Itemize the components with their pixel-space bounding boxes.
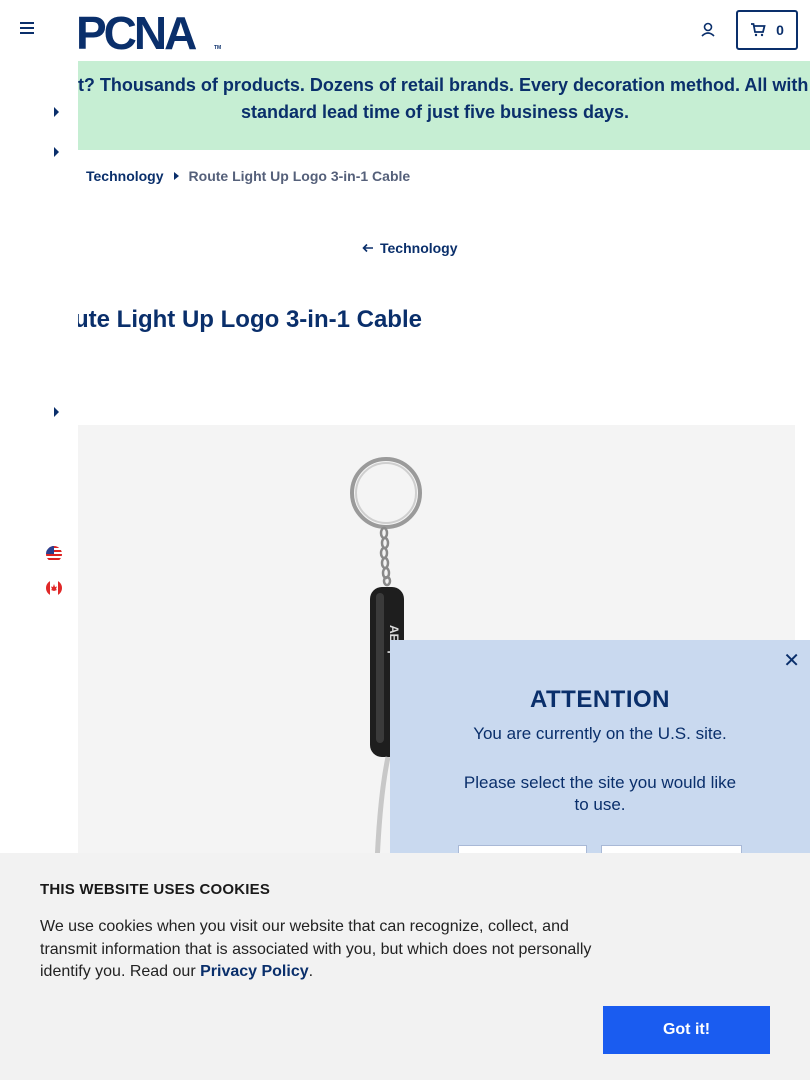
breadcrumb: Technology Route Light Up Logo 3-in-1 Ca… [86, 168, 410, 184]
back-to-category-link[interactable]: Technology [362, 240, 458, 256]
expand-caret-icon[interactable] [54, 407, 59, 417]
site-selection-modal: ✕ ATTENTION You are currently on the U.S… [390, 640, 810, 885]
arrow-left-icon [362, 243, 373, 253]
logo-wordmark: PCNA [76, 10, 196, 52]
cart-icon [751, 23, 766, 37]
promo-banner-text: Wait? Thousands of products. Dozens of r… [46, 75, 810, 122]
close-icon[interactable]: ✕ [783, 648, 800, 673]
cookie-body-suffix: . [308, 963, 314, 980]
cookie-body: We use cookies when you visit our websit… [40, 916, 600, 984]
accept-cookies-button[interactable]: Got it! [603, 1006, 770, 1054]
logo-tm: TM [214, 45, 221, 51]
pcna-logo[interactable]: PCNA TM [76, 10, 226, 52]
cart-button[interactable]: 0 [736, 10, 798, 50]
breadcrumb-technology-link[interactable]: Technology [86, 168, 164, 184]
account-icon[interactable] [698, 20, 718, 40]
cart-count: 0 [776, 22, 784, 38]
expand-caret-icon[interactable] [54, 107, 59, 117]
product-title: Route Light Up Logo 3-in-1 Cable [42, 306, 422, 333]
canada-flag-icon[interactable] [46, 580, 62, 596]
cookie-heading: THIS WEBSITE USES COOKIES [40, 881, 271, 898]
menu-icon[interactable] [20, 22, 36, 38]
expand-caret-icon[interactable] [54, 147, 59, 157]
current-site-text: You are currently on the U.S. site. [473, 724, 727, 743]
breadcrumb-separator-icon [173, 172, 179, 180]
attention-heading: ATTENTION [529, 686, 671, 713]
privacy-policy-link[interactable]: Privacy Policy [200, 963, 309, 980]
back-link-label: Technology [380, 240, 458, 256]
cookie-body-text: We use cookies when you visit our websit… [40, 918, 592, 980]
promo-banner: Wait? Thousands of products. Dozens of r… [0, 61, 810, 150]
us-flag-icon[interactable] [46, 546, 62, 562]
cookie-banner: THIS WEBSITE USES COOKIES We use cookies… [0, 853, 810, 1080]
site-header: PCNA TM 0 [0, 0, 810, 60]
select-site-text: Please select the site you would like to… [463, 773, 737, 814]
breadcrumb-current: Route Light Up Logo 3-in-1 Cable [188, 168, 411, 184]
